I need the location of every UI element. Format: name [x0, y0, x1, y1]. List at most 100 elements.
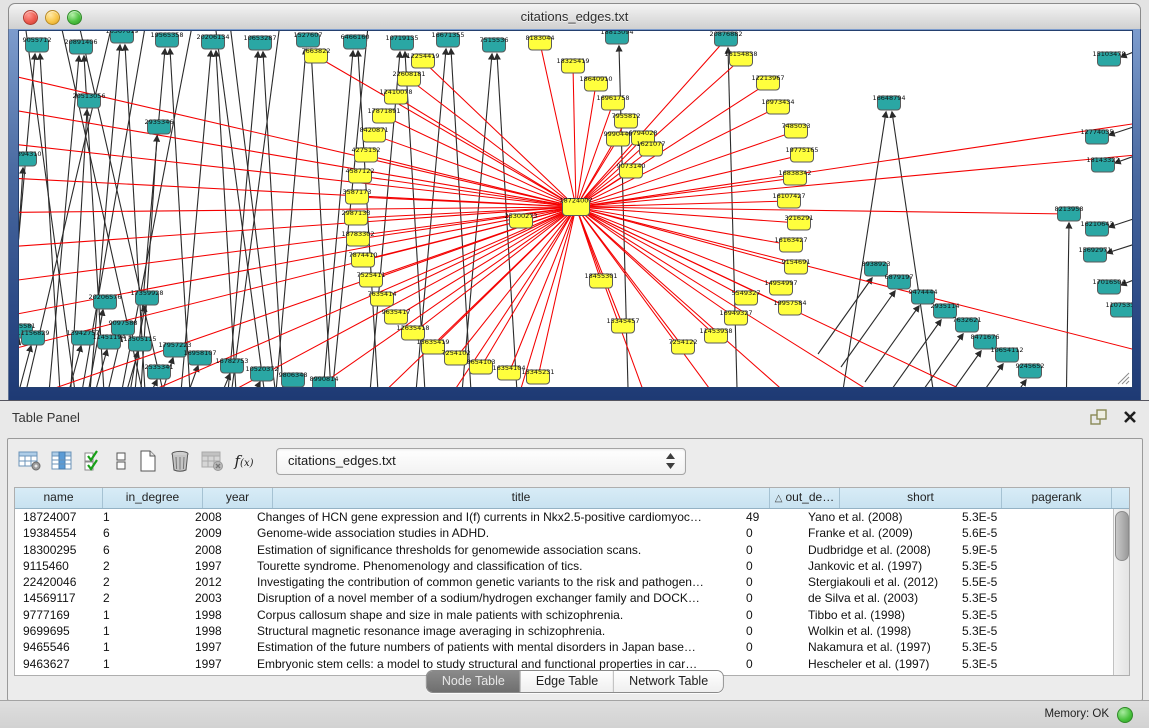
cell-year: 2009	[187, 525, 249, 541]
citation-edge	[841, 291, 895, 367]
citation-edge	[311, 49, 333, 387]
graph-node-label: 9055712	[23, 36, 52, 44]
column-header-year[interactable]: year	[203, 488, 273, 508]
new-document-button[interactable]	[134, 447, 162, 475]
graph-node-label: 16958107	[183, 349, 216, 357]
graph-node-label: 1527607	[294, 31, 323, 39]
table-row[interactable]: 1456911722003Disruption of a novel membe…	[15, 590, 1113, 606]
graph-node-label: 9806348	[279, 371, 308, 379]
column-header-name[interactable]: name	[15, 488, 103, 508]
graph-node-label: 10654112	[990, 346, 1023, 354]
citation-edge-outgoing	[576, 117, 1132, 207]
window-title: citations_edges.txt	[9, 9, 1140, 24]
cell-year: 1998	[187, 607, 249, 623]
column-header-out_degree[interactable]: △out_de…	[770, 488, 840, 508]
citation-edge	[227, 31, 281, 387]
cell-name: 9465546	[15, 639, 95, 655]
show-columns-button[interactable]	[48, 447, 76, 475]
graph-node-label: 16782753	[215, 357, 248, 365]
citation-edge-outgoing	[576, 207, 849, 387]
graph-node-label: 6466160	[341, 33, 370, 41]
cell-pagerank: 5.3E-5	[954, 607, 1056, 623]
cell-pagerank: 5.9E-5	[954, 542, 1056, 558]
cell-in_degree: 6	[95, 542, 187, 558]
cell-pagerank: 5.3E-5	[954, 639, 1056, 655]
citation-edge	[240, 382, 260, 387]
cell-out_degree: 0	[738, 623, 800, 639]
cell-year: 2012	[187, 574, 249, 590]
cell-in_degree: 1	[95, 509, 187, 525]
graph-node-label: 8654103	[467, 358, 496, 366]
cell-in_degree: 2	[95, 574, 187, 590]
citation-edge	[19, 346, 31, 387]
graph-node-label: 7632621	[953, 316, 982, 324]
citation-edge	[972, 380, 1026, 387]
table-row[interactable]: 1872400712008Changes of HCN gene express…	[15, 509, 1113, 525]
table-source-select[interactable]: citations_edges.txt	[276, 448, 686, 475]
scrollbar-thumb[interactable]	[1115, 511, 1129, 561]
tab-network-table[interactable]: Network Table	[613, 671, 723, 692]
resize-grip-icon[interactable]	[1114, 369, 1130, 385]
cell-name: 19384554	[15, 525, 95, 541]
table-row[interactable]: 946554611997Estimation of the future num…	[15, 639, 1113, 655]
graph-node-label: 16107427	[772, 192, 805, 200]
network-view-frame: 9055712208914061636761919565358202061341…	[8, 29, 1141, 400]
float-panel-icon[interactable]	[1090, 409, 1107, 430]
vertical-scrollbar[interactable]	[1113, 509, 1129, 675]
table-panel: Table Panel	[0, 400, 1149, 701]
graph-node-label: 15635419	[416, 338, 449, 346]
table-row[interactable]: 1830029562008Estimation of significance …	[15, 542, 1113, 558]
cell-in_degree: 1	[95, 607, 187, 623]
table-row[interactable]: 1938455462009Genome-wide association stu…	[15, 525, 1113, 541]
citation-edge-outgoing	[576, 178, 795, 207]
graph-node-label: 16367619	[105, 31, 138, 35]
function-builder-button[interactable]: f(x)	[230, 447, 258, 475]
cell-name: 18300295	[15, 542, 95, 558]
cell-short: Wolkin et al. (1998)	[800, 623, 954, 639]
graph-node-label: 8420871	[360, 126, 389, 134]
select-rows-button[interactable]	[80, 447, 108, 475]
sort-indicator-icon: △	[775, 493, 783, 504]
table-settings-button[interactable]	[16, 447, 44, 475]
cell-in_degree: 2	[95, 590, 187, 606]
table-row[interactable]: 969969511998Structural magnetic resonanc…	[15, 623, 1113, 639]
network-window-titlebar[interactable]: citations_edges.txt	[8, 3, 1141, 31]
citation-edge-outgoing	[576, 207, 1049, 387]
table-row[interactable]: 2242004622012Investigating the contribut…	[15, 574, 1113, 590]
table-row[interactable]: 977716911998Corpus callosum shape and si…	[15, 607, 1113, 623]
graph-node-label: 9635417	[382, 308, 411, 316]
table-row[interactable]: 911546021997Tourette syndrome. Phenomeno…	[15, 558, 1113, 574]
network-svg[interactable]: 9055712208914061636761919565358202061341…	[19, 31, 1132, 387]
cell-out_degree: 0	[738, 525, 800, 541]
cell-title: Disruption of a novel member of a sodium…	[249, 590, 738, 606]
graph-node-label: 12254419	[406, 52, 439, 60]
citation-edge-outgoing	[481, 207, 576, 367]
column-header-in_degree[interactable]: in_degree	[103, 488, 203, 508]
graph-node-label: 12213967	[751, 74, 784, 82]
cell-title: Corpus callosum shape and size in male p…	[249, 607, 738, 623]
attribute-table: namein_degreeyeartitle△out_de…shortpager…	[14, 487, 1130, 676]
column-header-title[interactable]: title	[273, 488, 770, 508]
panel-title: Table Panel	[12, 410, 80, 425]
close-panel-icon[interactable]	[1123, 410, 1137, 429]
tab-node-table[interactable]: Node Table	[427, 671, 520, 692]
select-arrows-icon	[666, 453, 675, 469]
network-canvas[interactable]: 9055712208914061636761919565358202061341…	[19, 31, 1132, 387]
delete-button[interactable]	[166, 447, 194, 475]
graph-node-label: 18724007	[559, 197, 592, 205]
column-header-short[interactable]: short	[840, 488, 1002, 508]
graph-node-label: 11156829	[19, 329, 50, 337]
memory-status-led-icon[interactable]	[1117, 707, 1133, 723]
graph-node-label: 4275152	[352, 146, 381, 154]
citation-edge-outgoing	[19, 175, 576, 207]
citation-edge	[178, 51, 211, 387]
column-header-pagerank[interactable]: pagerank	[1002, 488, 1112, 508]
cell-in_degree: 2	[95, 558, 187, 574]
graph-node-label: 18325419	[556, 57, 589, 65]
row-height-button[interactable]	[112, 447, 130, 475]
table-panel-titlebar: Table Panel	[0, 401, 1149, 435]
cell-pagerank: 5.3E-5	[954, 590, 1056, 606]
graph-node-label: 2987133	[342, 209, 371, 217]
graph-node-label: 20876882	[709, 31, 742, 38]
tab-edge-table[interactable]: Edge Table	[520, 671, 613, 692]
